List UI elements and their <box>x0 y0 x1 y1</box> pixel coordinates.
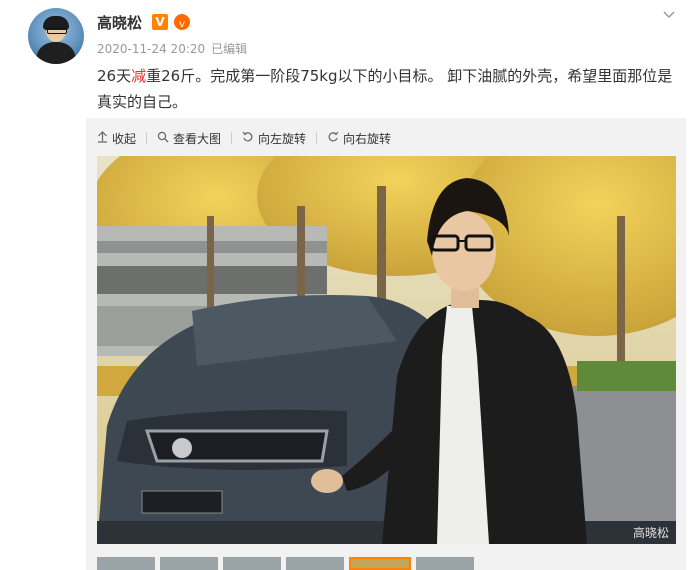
user-name[interactable]: 高晓松 <box>97 12 142 33</box>
rotate-left-label: 向左旋转 <box>258 131 307 146</box>
rotate-right-icon <box>327 131 339 146</box>
toolbar-divider <box>146 132 148 144</box>
rotate-right-label: 向右旋转 <box>343 131 392 146</box>
post-meta: 2020-11-24 20:20 已编辑 <box>97 40 247 57</box>
arrow-up-icon <box>97 130 108 146</box>
photo-watermark: 高晓松 <box>633 526 670 540</box>
edited-label: 已编辑 <box>211 42 248 56</box>
view-large-label: 查看大图 <box>173 131 222 146</box>
photo-illustration <box>97 156 676 544</box>
rotate-left-button[interactable]: 向左旋转 <box>242 130 306 147</box>
chevron-down-icon[interactable] <box>662 8 676 22</box>
avatar-body <box>36 42 76 64</box>
toolbar-divider <box>231 132 233 144</box>
avatar-glasses <box>47 28 67 34</box>
thumbnail[interactable] <box>286 557 344 570</box>
collapse-button[interactable]: 收起 <box>97 130 136 147</box>
thumbnail[interactable] <box>223 557 281 570</box>
toolbar-divider <box>316 132 318 144</box>
rotate-left-icon <box>242 131 254 146</box>
search-icon <box>157 131 169 146</box>
thumbnail[interactable] <box>97 557 155 570</box>
post-text: 26天减重26斤。完成第一阶段75kg以下的小目标。 卸下油腻的外壳，希望里面那… <box>97 63 682 115</box>
post-text-highlight: 减 <box>131 67 147 85</box>
post-text-part: 26天 <box>97 67 132 85</box>
vip-badge-icon: ｖ <box>174 14 190 30</box>
thumbnail-active[interactable] <box>349 557 411 570</box>
verified-badge-icon: V <box>152 14 168 30</box>
post-photo[interactable] <box>97 156 676 544</box>
image-toolbar: 收起 查看大图 向左旋转 向右旋转 <box>97 128 391 148</box>
thumbnail[interactable] <box>416 557 474 570</box>
thumbnail-strip <box>97 557 474 570</box>
post-text-part: 重26斤。完成第一阶段75kg以下的小目标。 卸下油腻的外壳，希望里面那位是真实… <box>97 67 673 111</box>
avatar[interactable] <box>28 8 84 64</box>
collapse-label: 收起 <box>112 131 137 146</box>
post-timestamp[interactable]: 2020-11-24 20:20 <box>97 42 205 56</box>
view-large-button[interactable]: 查看大图 <box>157 130 221 147</box>
rotate-right-button[interactable]: 向右旋转 <box>327 130 391 147</box>
thumbnail[interactable] <box>160 557 218 570</box>
